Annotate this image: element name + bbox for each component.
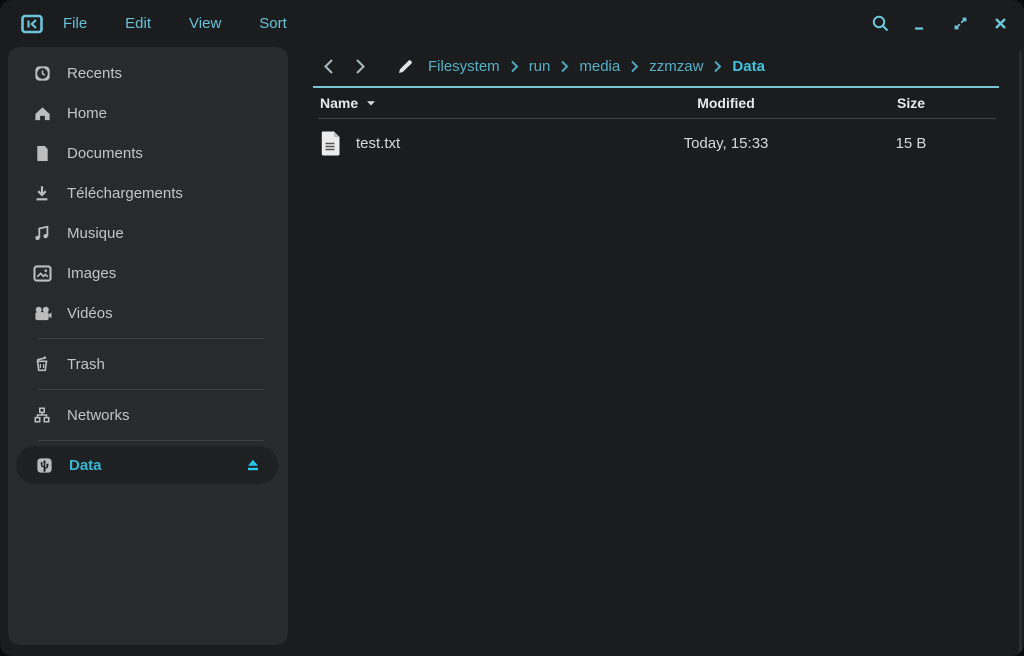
breadcrumb: Filesystem run media zzmzaw Data [428,58,765,75]
sidebar-item-documents[interactable]: Documents [8,133,288,173]
breadcrumb-segment-filesystem[interactable]: Filesystem [428,58,500,75]
minimize-icon[interactable] [900,4,940,44]
sidebar-separator [38,338,264,339]
sidebar-item-label: Recents [67,65,122,82]
clock-icon [32,63,52,83]
sidebar-item-label: Musique [67,225,124,242]
sidebar-item-label: Images [67,265,116,282]
file-manager-window: File Edit View Sort Recents Home Documen… [0,0,1024,656]
sidebar-item-label: Networks [67,407,130,424]
close-icon[interactable] [980,4,1020,44]
file-view: Filesystem run media zzmzaw Data Name Mo… [288,47,1024,656]
chevron-right-icon [629,60,640,74]
network-icon [32,405,52,425]
sidebar-item-networks[interactable]: Networks [8,395,288,435]
sidebar-item-recents[interactable]: Recents [8,53,288,93]
sidebar-item-label: Vidéos [67,305,113,322]
file-modified: Today, 15:33 [626,135,826,152]
maximize-icon[interactable] [940,4,980,44]
app-logo-icon[interactable] [20,13,44,35]
sidebar-item-videos[interactable]: Vidéos [8,293,288,333]
chevron-right-icon [712,60,723,74]
menu-file[interactable]: File [63,15,87,32]
menu-edit[interactable]: Edit [125,15,151,32]
breadcrumb-segment-media[interactable]: media [579,58,620,75]
download-icon [32,183,52,203]
breadcrumb-segment-zzmzaw[interactable]: zzmzaw [649,58,703,75]
music-icon [32,223,52,243]
text-file-icon [320,129,342,157]
vertical-scrollbar[interactable] [1019,51,1022,652]
column-header-name-label: Name [320,95,358,111]
menu-view[interactable]: View [189,15,221,32]
file-row-test-txt[interactable]: test.txt Today, 15:33 15 B [288,119,1024,167]
sort-descending-icon [366,100,376,107]
column-header-size[interactable]: Size [826,95,996,111]
image-icon [32,263,52,283]
chevron-right-icon [509,60,520,74]
column-header-modified[interactable]: Modified [626,95,826,111]
sidebar-separator [38,389,264,390]
sidebar-item-label: Documents [67,145,143,162]
column-header-name[interactable]: Name [320,95,626,111]
sidebar-item-downloads[interactable]: Téléchargements [8,173,288,213]
path-toolbar: Filesystem run media zzmzaw Data [288,47,1024,86]
breadcrumb-segment-data-current[interactable]: Data [732,58,765,75]
sidebar-item-label: Trash [67,356,105,373]
sidebar-item-home[interactable]: Home [8,93,288,133]
sidebar-item-trash[interactable]: Trash [8,344,288,384]
file-size: 15 B [826,135,996,152]
search-icon[interactable] [860,4,900,44]
breadcrumb-segment-run[interactable]: run [529,58,551,75]
forward-icon[interactable] [352,58,368,76]
menu-sort[interactable]: Sort [259,15,287,32]
sidebar-item-label: Data [69,457,102,474]
usb-drive-icon [34,455,54,475]
sidebar-separator [38,440,264,441]
list-header: Name Modified Size [288,88,1024,118]
eject-icon[interactable] [244,456,262,474]
sidebar-item-music[interactable]: Musique [8,213,288,253]
document-icon [32,143,52,163]
titlebar: File Edit View Sort [0,0,1024,47]
video-camera-icon [32,303,52,323]
sidebar: Recents Home Documents Téléchargements M… [8,47,288,645]
back-icon[interactable] [320,58,336,76]
sidebar-item-label: Home [67,105,107,122]
trash-icon [32,354,52,374]
sidebar-item-images[interactable]: Images [8,253,288,293]
edit-path-pencil-icon[interactable] [396,58,414,76]
file-name: test.txt [356,135,400,152]
sidebar-item-data[interactable]: Data [16,446,278,484]
sidebar-item-label: Téléchargements [67,185,183,202]
home-icon [32,103,52,123]
chevron-right-icon [559,60,570,74]
